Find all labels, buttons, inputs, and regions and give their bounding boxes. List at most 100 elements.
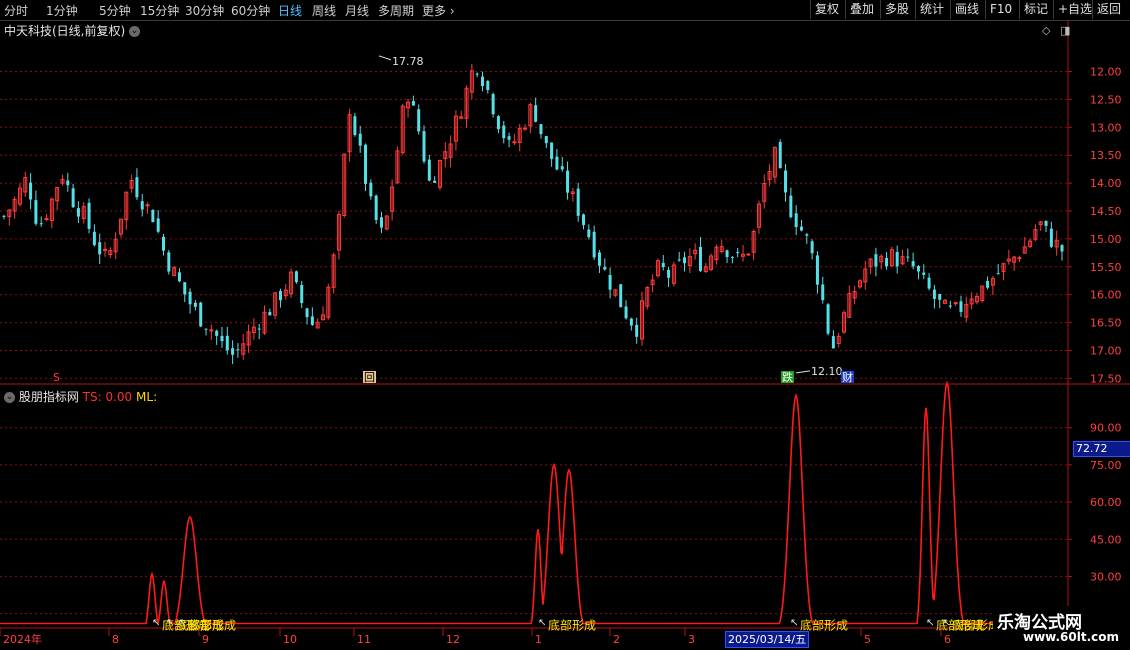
indicator-tick-label: 90.00 — [1090, 422, 1122, 435]
candle-body — [225, 335, 229, 351]
candle-body — [608, 275, 612, 290]
candle-body — [294, 271, 298, 283]
candle-body — [906, 256, 910, 258]
candle-body — [1044, 220, 1048, 226]
candle-body — [597, 252, 601, 266]
candle-body — [215, 330, 219, 336]
candle-body — [831, 336, 835, 349]
candle-body — [661, 262, 665, 268]
date-tick-label: 9 — [202, 633, 209, 646]
indicator-tick-label: 30.00 — [1090, 570, 1122, 583]
candle-body — [369, 182, 373, 197]
event-marker-hui: 回 — [364, 371, 375, 384]
candle-body — [1049, 228, 1053, 247]
signal-arrow: ↖ — [926, 618, 934, 629]
candle-body — [305, 308, 309, 318]
candle-body — [278, 291, 282, 301]
candle-body — [417, 109, 421, 132]
price-tick-label: 16.00 — [1090, 289, 1122, 302]
candle-body — [2, 215, 6, 217]
candle-body — [566, 170, 570, 193]
candle-body — [725, 250, 729, 258]
candle-body — [624, 306, 628, 319]
ml-value: ML: — [136, 390, 158, 404]
chart-canvas[interactable]: 17.50 17.00 16.50 16.00 15.50 15.00 14.50 14.00… — [0, 0, 1130, 650]
price-tick-label: 12.50 — [1090, 93, 1122, 106]
price-tick-label: 15.50 — [1090, 261, 1122, 274]
candle-body — [135, 177, 139, 198]
candle-body — [895, 251, 899, 267]
candle-body — [433, 180, 437, 183]
candle-body — [76, 208, 80, 217]
candle-body — [927, 277, 931, 289]
candle-body — [310, 316, 314, 325]
price-tick-label: 16.50 — [1090, 317, 1122, 330]
signal-arrow: ↖ — [790, 618, 798, 629]
candle-body — [932, 289, 936, 299]
candle-body — [268, 311, 272, 316]
date-tick-label: 2024年 — [3, 632, 42, 646]
price-tick-label: 14.50 — [1090, 205, 1122, 218]
candle-body — [916, 266, 920, 272]
candle-body — [938, 294, 942, 300]
date-tick-label: 12 — [446, 633, 460, 646]
candle-body — [422, 131, 426, 162]
candle-body — [87, 202, 91, 229]
watermark-logo: 乐淘公式网 www.60lt.com — [993, 606, 1130, 650]
candle-body — [231, 348, 235, 355]
candle-body — [199, 302, 203, 327]
date-tick-label: 8 — [112, 633, 119, 646]
indicator-series — [0, 380, 1062, 625]
watermark-url: www.60lt.com — [1023, 630, 1120, 644]
candle-body — [821, 284, 825, 301]
indicator-line — [0, 380, 1062, 625]
candle-body — [236, 349, 240, 351]
dropdown-icon[interactable]: ⌄ — [4, 392, 15, 403]
candle-body — [502, 125, 506, 139]
date-tick-label: 11 — [357, 633, 371, 646]
current-indicator-value: 72.72 — [1073, 441, 1130, 457]
signal-arrow: ↖ — [942, 618, 950, 629]
candle-body — [427, 159, 431, 181]
signal-label: 底部形成 — [188, 618, 236, 633]
price-tick-label: 17.00 — [1090, 345, 1122, 358]
candle-body — [475, 73, 479, 75]
dropdown-icon[interactable]: ⌄ — [129, 26, 141, 37]
candle-body — [496, 116, 500, 130]
indicator-tick-label: 45.00 — [1090, 533, 1122, 546]
candle-body — [209, 329, 214, 332]
candle-body — [1060, 245, 1064, 252]
candle-body — [996, 273, 1000, 275]
candle-body — [698, 247, 702, 271]
candle-body — [805, 234, 809, 236]
candle-body — [300, 284, 304, 304]
date-tick-label: 10 — [283, 633, 297, 646]
candle-body — [986, 280, 990, 288]
candle-body — [257, 328, 261, 330]
signal-arrow: ↖ — [178, 618, 186, 629]
candle-body — [177, 272, 181, 282]
candle-body — [911, 261, 915, 267]
candle-body — [161, 236, 165, 251]
candle-body — [523, 127, 528, 130]
candle-body — [358, 133, 362, 146]
candle-body — [151, 209, 155, 223]
candle-body — [512, 141, 517, 144]
candle-body — [507, 136, 511, 140]
signal-label: 底部形成 — [548, 618, 596, 633]
diamond-icon[interactable]: ◇ — [1042, 24, 1050, 37]
candle-body — [204, 328, 208, 330]
window-toggle-icon[interactable]: ◨ — [1060, 24, 1070, 37]
signal-arrow: ↖ — [152, 618, 160, 629]
candle-body — [374, 195, 378, 220]
candle-body — [44, 218, 49, 221]
candle-body — [619, 284, 623, 308]
date-tick-label: 6 — [944, 633, 951, 646]
price-tick-label: 12.00 — [1090, 65, 1122, 78]
candle-body — [778, 142, 782, 169]
candle-body — [220, 335, 224, 342]
candle-body — [555, 156, 559, 170]
price-tick-label: 15.00 — [1090, 233, 1122, 246]
candle-body — [582, 214, 586, 225]
price-axis: 17.50 17.00 16.50 16.00 15.50 15.00 14.50 14.00… — [1068, 65, 1122, 385]
